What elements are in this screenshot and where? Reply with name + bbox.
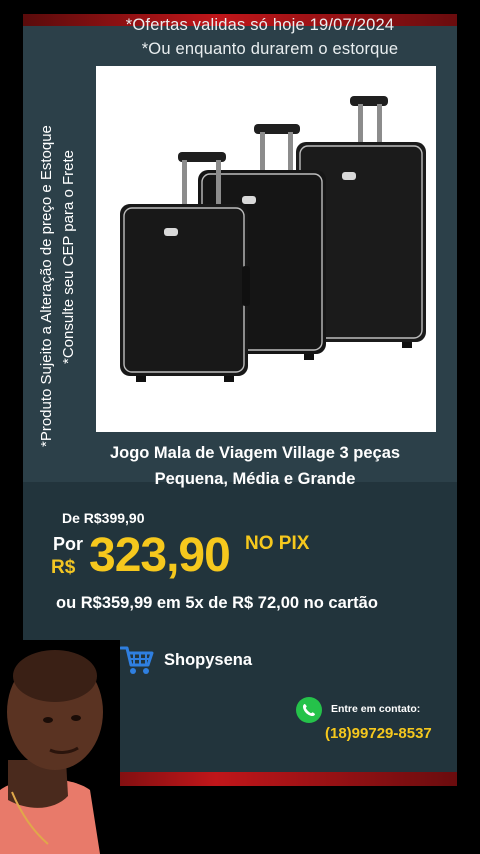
store-name: Shopysena [164, 650, 253, 669]
contact-phone[interactable]: (18)99729-8537 [325, 725, 432, 742]
product-subtitle: Pequena, Média e Grande [154, 470, 356, 488]
currency-label: R$ [51, 557, 76, 578]
por-label: Por [53, 534, 84, 554]
whatsapp-icon[interactable] [296, 697, 322, 723]
seller-photo [0, 640, 120, 854]
contact-label: Entre em contato: [331, 703, 421, 715]
stock-note: *Ou enquanto durarem o estorque [141, 40, 399, 58]
pix-label: NO PIX [245, 533, 310, 554]
installment-price: ou R$359,99 em 5x de R$ 72,00 no cartão [56, 594, 378, 612]
offer-date-note: *Ofertas validas só hoje 19/07/2024 [125, 16, 395, 34]
old-price: De R$399,90 [62, 510, 145, 526]
price-change-note: *Produto Sujeito a Alteração de preço e … [38, 125, 55, 447]
phone-glyph [303, 704, 315, 716]
store-info: Shopysena [120, 644, 252, 676]
product-title: Jogo Mala de Viagem Village 3 peças [109, 444, 401, 462]
luggage-set-photo [96, 66, 436, 432]
luggage-illustration [120, 96, 426, 382]
shipping-note: *Consulte seu CEP para o Frete [60, 149, 77, 364]
pix-price: 323,90 [89, 529, 231, 582]
shopping-cart-icon [120, 646, 154, 674]
